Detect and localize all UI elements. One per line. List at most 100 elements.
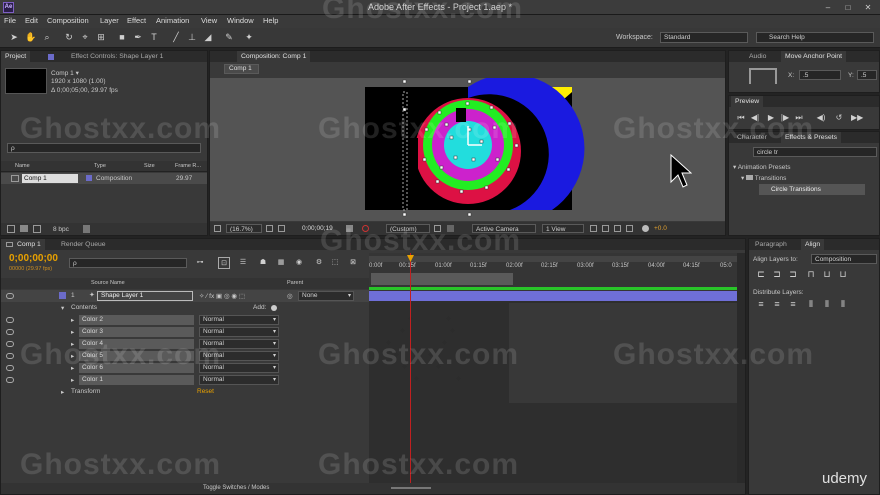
magnification-select[interactable]: (16.7%) [226,224,262,233]
audio-icon[interactable]: ◀) [815,112,827,124]
color-group-name[interactable]: Color 2 [79,315,194,325]
zoom-slider[interactable] [391,487,431,489]
tab-effect-controls[interactable]: Effect Controls: Shape Layer 1 [67,51,167,62]
color-group-name[interactable]: Color 1 [79,375,194,385]
fast-preview-icon[interactable] [602,225,609,232]
col-source-name[interactable]: Source Name [91,280,125,286]
color-row[interactable]: ▸ Color 2 Normal [1,314,369,326]
parent-pickwhip-icon[interactable]: ◎ [287,292,293,300]
zoom-tool-icon[interactable]: ⌕ [41,31,53,43]
always-preview-icon[interactable] [214,225,221,232]
grid-icon[interactable] [266,225,273,232]
timeline-icon[interactable] [614,225,621,232]
distribute-right-icon[interactable]: ⦀ [837,298,849,310]
color-row[interactable]: ▸ Color 3 Normal [1,326,369,338]
anchor-y-input[interactable]: .5 [857,70,877,80]
menu-effect[interactable]: Effect [127,16,146,25]
search-help-input[interactable]: Search Help [756,32,874,43]
reset-link[interactable]: Reset [197,388,214,395]
add-shape-icon[interactable] [271,305,277,311]
layer-label-color[interactable] [59,292,66,299]
visibility-eye-icon[interactable] [6,293,14,299]
distribute-bottom-icon[interactable]: ≡ [787,298,799,310]
hide-shy-icon[interactable]: ☗ [257,257,269,269]
visibility-eye-icon[interactable] [6,329,14,335]
transform-row[interactable]: ▸ Transform Reset [1,386,369,398]
pixel-aspect-icon[interactable] [590,225,597,232]
pen-tool-icon[interactable]: ✒ [132,31,144,43]
type-tool-icon[interactable]: T [148,31,160,43]
blend-mode-select[interactable]: Normal [199,315,279,325]
rotate-tool-icon[interactable]: ↻ [63,31,75,43]
tab-preview[interactable]: Preview [731,96,764,107]
rectangle-tool-icon[interactable]: ■ [116,31,128,43]
timeline-search-input[interactable]: ρ [69,258,187,268]
menu-view[interactable]: View [201,16,217,25]
align-hcenter-icon[interactable]: ⊐ [771,268,783,280]
contents-twirl-icon[interactable]: ▾ [61,304,64,312]
eraser-tool-icon[interactable]: ◢ [202,31,214,43]
menu-window[interactable]: Window [227,16,254,25]
draft-3d-icon[interactable]: ☰ [237,257,249,269]
menu-composition[interactable]: Composition [47,16,89,25]
loop-icon[interactable]: ↺ [833,112,845,124]
keyframe-marker[interactable] [456,376,461,381]
comp-viewer[interactable] [210,78,725,221]
keyframe-marker[interactable] [450,328,455,333]
transform-twirl-icon[interactable]: ▸ [61,388,64,396]
tree-circle-transitions[interactable]: Circle Transitions [759,184,865,195]
contents-row[interactable]: ▾ Contents Add: [1,302,369,314]
color-row[interactable]: ▸ Color 1 Normal [1,374,369,386]
project-comp-name[interactable]: Comp 1 ▾ [51,69,79,77]
project-item-row[interactable]: Comp 1 Composition 29.97 [1,173,207,184]
blend-mode-select[interactable]: Normal [199,327,279,337]
hand-tool-icon[interactable]: ✋ [25,31,37,43]
layer-name[interactable]: Shape Layer 1 [97,291,193,301]
bit-depth[interactable]: 8 bpc [53,226,69,233]
visibility-eye-icon[interactable] [6,341,14,347]
keyframe-marker[interactable] [446,316,451,321]
menu-layer[interactable]: Layer [100,16,119,25]
clone-stamp-tool-icon[interactable]: ⊥ [186,31,198,43]
tab-render-queue[interactable]: Render Queue [57,239,110,250]
anchor-x-input[interactable]: .5 [799,70,841,80]
graph-editor-icon[interactable]: ⬚ [329,257,341,269]
parent-select[interactable]: None [298,291,354,301]
ram-preview-icon[interactable]: ▶▶ [851,112,863,124]
blend-mode-select[interactable]: Normal [199,375,279,385]
comp-mini-flowchart-icon[interactable]: ⊶ [194,257,206,269]
visibility-eye-icon[interactable] [6,317,14,323]
align-to-select[interactable]: Composition [811,254,877,264]
col-parent[interactable]: Parent [287,280,303,286]
selection-tool-icon[interactable]: ➤ [8,31,20,43]
twirl-icon[interactable]: ▸ [71,376,74,384]
keyframe-marker[interactable] [400,328,405,333]
menu-edit[interactable]: Edit [25,16,38,25]
keyframe-marker[interactable] [414,376,419,381]
comp-breadcrumb[interactable]: Comp 1 [224,64,259,74]
distribute-left-icon[interactable]: ⦀ [805,298,817,310]
tab-project[interactable]: Project [1,51,31,62]
auto-keyframe-icon[interactable]: ⊠ [347,257,359,269]
align-vcenter-icon[interactable]: ⊔ [821,268,833,280]
align-right-icon[interactable]: ⊐ [787,268,799,280]
interpret-footage-icon[interactable] [7,225,15,233]
col-name[interactable]: Name [15,163,30,169]
project-item-name[interactable]: Comp 1 [22,174,78,183]
preview-range[interactable] [371,273,513,285]
pan-behind-tool-icon[interactable]: ⊞ [95,31,107,43]
distribute-top-icon[interactable]: ≡ [755,298,767,310]
mask-visibility-icon[interactable] [278,225,285,232]
visibility-eye-icon[interactable] [6,377,14,383]
twirl-icon[interactable]: ▸ [71,316,74,324]
menu-help[interactable]: Help [263,16,278,25]
tree-animation-presets[interactable]: ▾ Animation Presets [733,163,790,171]
menu-animation[interactable]: Animation [156,16,189,25]
align-left-icon[interactable]: ⊏ [755,268,767,280]
tab-audio[interactable]: Audio [745,51,770,62]
motion-blur-icon[interactable]: ◉ [293,257,305,269]
col-frame-rate[interactable]: Frame R... [175,163,201,169]
minimize-button[interactable]: – [818,2,838,13]
new-comp-icon[interactable] [33,225,41,233]
frame-blending-icon[interactable]: ▦ [275,257,287,269]
